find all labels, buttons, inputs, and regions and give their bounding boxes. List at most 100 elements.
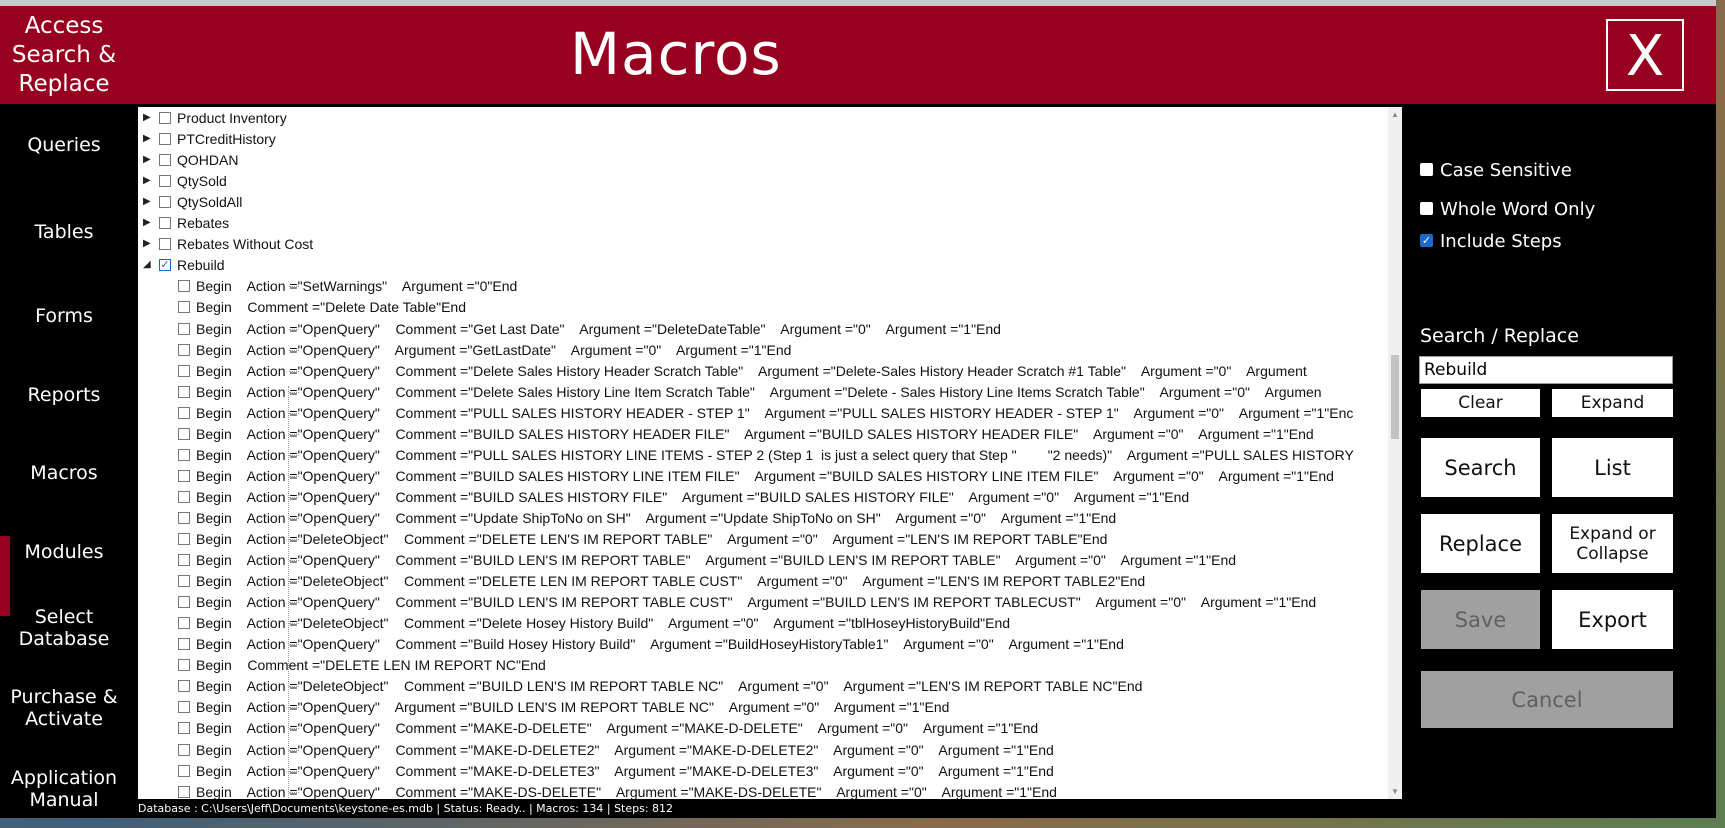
sidebar-item-application-manual[interactable]: Application Manual (0, 767, 128, 811)
step-checkbox[interactable] (178, 785, 190, 798)
close-button[interactable]: X (1606, 19, 1684, 91)
save-button[interactable]: Save (1421, 590, 1540, 649)
whole-word-option[interactable]: Whole Word Only (1420, 199, 1595, 220)
scroll-thumb[interactable] (1391, 355, 1399, 439)
case-sensitive-checkbox[interactable] (1420, 162, 1433, 176)
macro-tree-item[interactable]: ▶ Rebates (138, 213, 1383, 234)
sidebar-item-reports[interactable]: Reports (0, 384, 128, 406)
step-checkbox[interactable] (178, 343, 190, 356)
macro-step-item[interactable]: Begin Action ="OpenQuery" Comment ="BUIL… (138, 550, 1383, 571)
step-checkbox[interactable] (178, 617, 190, 630)
macro-step-item[interactable]: Begin Action ="OpenQuery" Comment ="Get … (138, 319, 1383, 340)
step-checkbox[interactable] (178, 575, 190, 588)
sidebar-item-purchase-activate[interactable]: Purchase & Activate (0, 686, 128, 730)
macro-step-item[interactable]: Begin Action ="OpenQuery" Comment ="Dele… (138, 361, 1383, 382)
step-checkbox[interactable] (178, 638, 190, 651)
step-checkbox[interactable] (178, 659, 190, 672)
step-checkbox[interactable] (178, 701, 190, 714)
macro-tree-item[interactable]: ▶ QOHDAN (138, 150, 1383, 171)
macro-step-item[interactable]: Begin Action ="OpenQuery" Comment ="Dele… (138, 382, 1383, 403)
cancel-button[interactable]: Cancel (1421, 671, 1673, 728)
macro-tree-item[interactable]: ▶ Product Inventory (138, 108, 1383, 129)
macro-checkbox[interactable]: ✓ (159, 259, 171, 272)
macro-checkbox[interactable] (159, 133, 171, 146)
macro-tree-item[interactable]: ▶ Rebates Without Cost (138, 234, 1383, 255)
macro-checkbox[interactable] (159, 112, 171, 124)
clear-button[interactable]: Clear (1421, 389, 1540, 417)
step-checkbox[interactable] (178, 364, 190, 377)
macro-step-item[interactable]: Begin Comment ="Delete Date Table"End (138, 297, 1383, 318)
macro-tree[interactable]: ▶ Product Inventory ▶ PTCreditHistory ▶ QOHDA… (138, 107, 1402, 799)
step-checkbox[interactable] (178, 722, 190, 735)
macro-tree-item[interactable]: ◢ ✓ Rebuild (138, 255, 1383, 276)
macro-step-item[interactable]: Begin Action ="OpenQuery" Comment ="PULL… (138, 445, 1383, 466)
step-checkbox[interactable] (178, 680, 190, 693)
step-checkbox[interactable] (178, 448, 190, 461)
macro-checkbox[interactable] (159, 175, 171, 188)
macro-step-item[interactable]: Begin Action ="OpenQuery" Comment ="BUIL… (138, 466, 1383, 487)
sidebar-item-tables[interactable]: Tables (0, 221, 128, 243)
macro-tree-item[interactable]: ▶ PTCreditHistory (138, 129, 1383, 150)
macro-step-item[interactable]: Begin Action ="OpenQuery" Argument ="BUI… (138, 697, 1383, 718)
caret-right-icon[interactable]: ▶ (143, 196, 151, 207)
macro-step-item[interactable]: Begin Action ="OpenQuery" Comment ="BUIL… (138, 487, 1383, 508)
include-steps-checkbox[interactable]: ✓ (1420, 233, 1433, 247)
case-sensitive-option[interactable]: Case Sensitive (1420, 160, 1572, 181)
sidebar-item-macros[interactable]: Macros (0, 462, 128, 484)
caret-right-icon[interactable]: ▶ (143, 238, 151, 249)
macro-step-item[interactable]: Begin Action ="OpenQuery" Argument ="Get… (138, 340, 1383, 361)
caret-right-icon[interactable]: ▶ (143, 133, 151, 144)
sidebar-item-modules[interactable]: Modules (0, 541, 128, 563)
step-checkbox[interactable] (178, 764, 190, 777)
list-button[interactable]: List (1552, 438, 1673, 497)
macro-tree-item[interactable]: ▶ QtySoldAll (138, 192, 1383, 213)
step-checkbox[interactable] (178, 743, 190, 756)
macro-tree-item[interactable]: ▶ QtySold (138, 171, 1383, 192)
macro-step-item[interactable]: Begin Action ="OpenQuery" Comment ="MAKE… (138, 761, 1383, 782)
step-checkbox[interactable] (178, 554, 190, 567)
macro-step-item[interactable]: Begin Action ="OpenQuery" Comment ="MAKE… (138, 782, 1383, 799)
caret-right-icon[interactable]: ▶ (143, 154, 151, 165)
caret-down-icon[interactable]: ◢ (143, 259, 151, 270)
step-checkbox[interactable] (178, 469, 190, 482)
replace-button[interactable]: Replace (1421, 514, 1540, 573)
caret-right-icon[interactable]: ▶ (143, 112, 151, 123)
include-steps-option[interactable]: ✓ Include Steps (1420, 231, 1562, 252)
expand-button[interactable]: Expand (1552, 389, 1673, 417)
step-checkbox[interactable] (178, 533, 190, 545)
macro-step-item[interactable]: Begin Action ="OpenQuery" Comment ="Upda… (138, 508, 1383, 529)
scroll-down-arrow-icon[interactable]: ▼ (1391, 787, 1399, 796)
sidebar-item-forms[interactable]: Forms (0, 305, 128, 327)
expand-or-collapse-button[interactable]: Expand or Collapse (1552, 514, 1673, 573)
macro-step-item[interactable]: Begin Action ="DeleteObject" Comment ="B… (138, 676, 1383, 697)
sidebar-item-queries[interactable]: Queries (0, 134, 128, 156)
macro-step-item[interactable]: Begin Comment ="DELETE LEN IM REPORT NC"… (138, 655, 1383, 676)
step-checkbox[interactable] (178, 385, 190, 398)
whole-word-checkbox[interactable] (1420, 201, 1433, 215)
step-checkbox[interactable] (178, 427, 190, 440)
macro-step-item[interactable]: Begin Action ="OpenQuery" Comment ="Buil… (138, 634, 1383, 655)
step-checkbox[interactable] (178, 280, 190, 293)
macro-step-item[interactable]: Begin Action ="DeleteObject" Comment ="D… (138, 571, 1383, 592)
search-input[interactable] (1419, 356, 1673, 384)
step-checkbox[interactable] (178, 511, 190, 524)
macro-checkbox[interactable] (159, 238, 171, 251)
macro-step-item[interactable]: Begin Action ="DeleteObject" Comment ="D… (138, 613, 1383, 634)
sidebar-item-select-database[interactable]: Select Database (0, 606, 128, 650)
macro-step-item[interactable]: Begin Action ="OpenQuery" Comment ="PULL… (138, 403, 1383, 424)
macro-step-item[interactable]: Begin Action ="OpenQuery" Comment ="BUIL… (138, 424, 1383, 445)
export-button[interactable]: Export (1552, 590, 1673, 649)
step-checkbox[interactable] (178, 322, 190, 335)
macro-step-item[interactable]: Begin Action ="OpenQuery" Comment ="MAKE… (138, 718, 1383, 739)
step-checkbox[interactable] (178, 406, 190, 419)
macro-step-item[interactable]: Begin Action ="OpenQuery" Comment ="MAKE… (138, 740, 1383, 761)
search-button[interactable]: Search (1421, 438, 1540, 497)
macro-checkbox[interactable] (159, 154, 171, 167)
scroll-up-arrow-icon[interactable]: ▲ (1391, 110, 1399, 119)
macro-checkbox[interactable] (159, 217, 171, 230)
caret-right-icon[interactable]: ▶ (143, 217, 151, 228)
macro-step-item[interactable]: Begin Action ="SetWarnings" Argument ="0… (138, 276, 1383, 297)
macro-step-item[interactable]: Begin Action ="OpenQuery" Comment ="BUIL… (138, 592, 1383, 613)
step-checkbox[interactable] (178, 596, 190, 609)
macro-step-item[interactable]: Begin Action ="DeleteObject" Comment ="D… (138, 529, 1383, 550)
